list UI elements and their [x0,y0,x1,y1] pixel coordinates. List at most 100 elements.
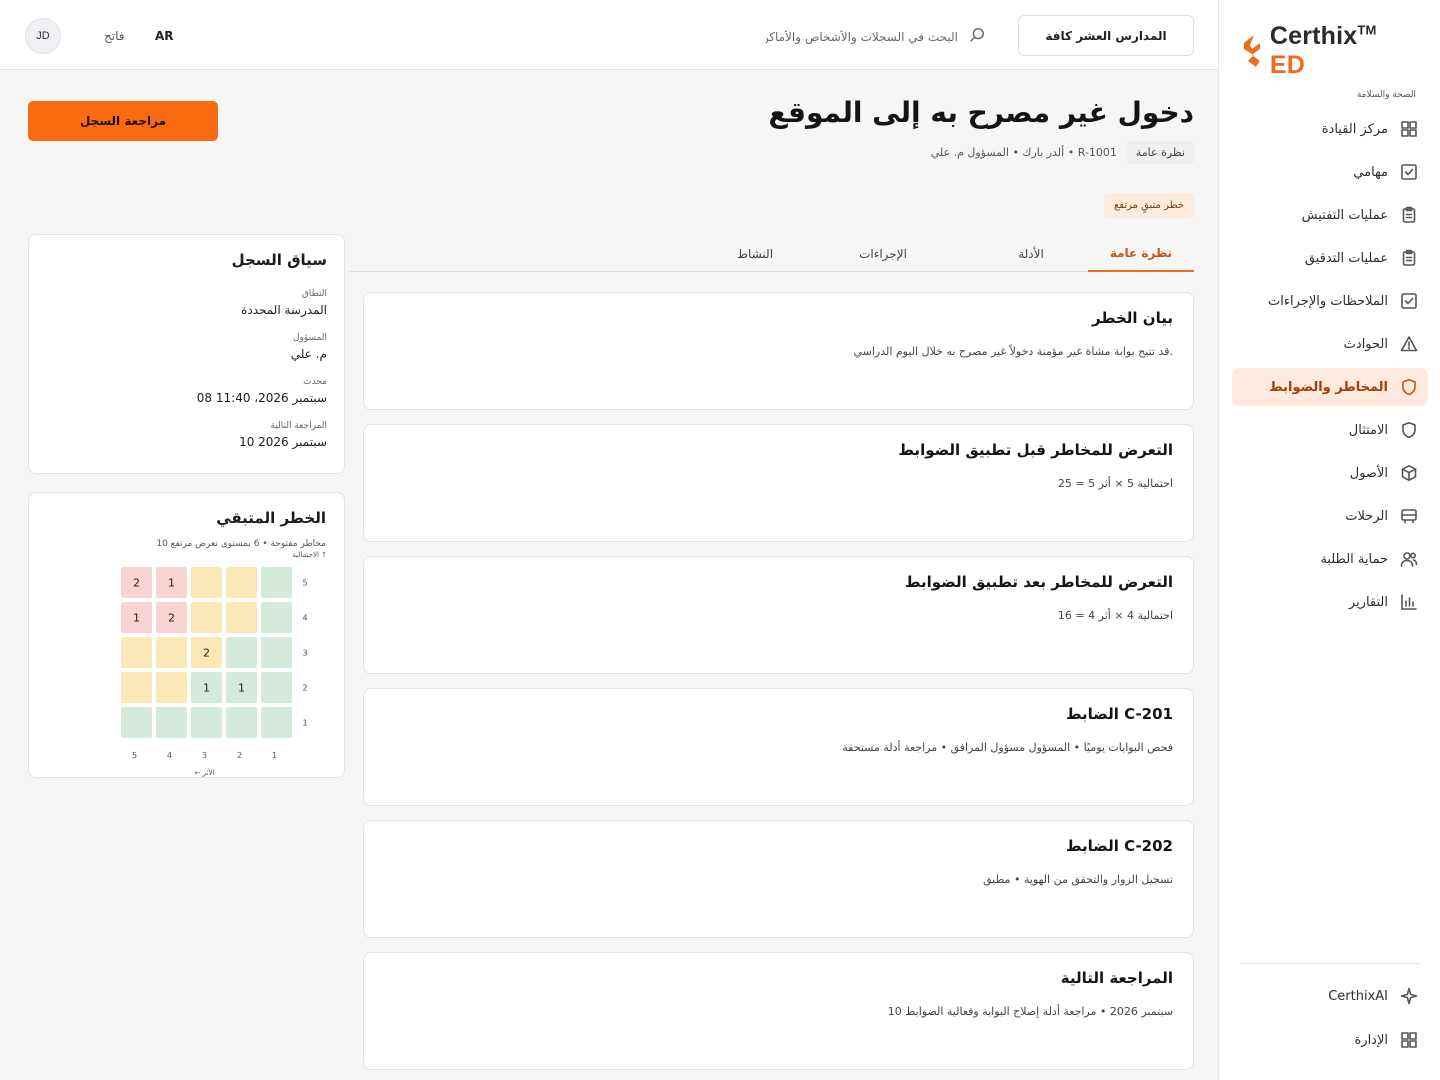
warning-icon [1400,335,1418,353]
heatmap-cell-count: 2 [168,612,175,625]
heatmap-cell[interactable] [226,567,257,598]
theme-toggle[interactable]: فاتح [104,29,124,43]
search-icon[interactable] [968,26,986,48]
control-c201-card: الضابط C-201 فحص البوابات يوميًا • المسؤ… [363,688,1194,806]
search-input[interactable] [766,30,958,44]
card-body: تسجيل الزوار والتحقق من الهوية • مطبق [983,873,1173,886]
heatmap-cell[interactable] [261,567,292,598]
avatar[interactable]: JD [25,18,61,54]
tab-overview[interactable]: نظرة عامة [1088,236,1194,272]
heatmap-cell-count: 2 [133,577,140,590]
card-body: 10 سبتمبر 2026 • مراجعة أدلة إصلاح البوا… [887,1005,1173,1018]
heatmap-cell[interactable] [121,672,152,703]
heatmap-cell-count: 1 [133,612,140,625]
brand-logo-row[interactable]: CerthixTM ED [1238,22,1418,80]
sidebar-item[interactable]: التقارير [1232,583,1428,621]
sidebar-item-label: الامتثال [1348,422,1388,438]
heatmap-cell[interactable] [191,707,222,738]
heatmap-cell[interactable] [261,602,292,633]
school-selector-button[interactable]: المدارس العشر كافة [1018,15,1194,56]
language-toggle[interactable]: AR [155,29,174,43]
card-body: قد تتيح بوابة مشاة غير مؤمنة دخولاً غير … [853,345,1173,358]
card-title: بيان الخطر [1092,309,1173,327]
heatmap-cell[interactable] [261,637,292,668]
sidebar-item[interactable]: عمليات التفتيش [1232,196,1428,234]
scope-label: النطاق [301,289,327,299]
sidebar-item[interactable]: الرحلات [1232,497,1428,535]
sidebar-item[interactable]: حماية الطلبة [1232,540,1428,578]
y-tick-label: 5 [302,579,307,588]
sidebar-item-label: عمليات التدقيق [1304,250,1388,266]
tab-actions[interactable]: الإجراءات [830,236,936,272]
heatmap-cell[interactable] [156,672,187,703]
sidebar-item[interactable]: الملاحظات والإجراءات [1232,282,1428,320]
y-tick-label: 4 [302,614,307,623]
sidebar-item[interactable]: CerthixAI [1232,977,1428,1015]
x-tick-label: 4 [167,751,172,760]
overview-chip: نظرة عامة [1126,141,1194,164]
sidebar-item[interactable]: الامتثال [1232,411,1428,449]
panel-title: سياق السجل [231,251,327,269]
risk-statement-card: بيان الخطر قد تتيح بوابة مشاة غير مؤمنة … [363,292,1194,410]
sidebar-item-label: الإدارة [1354,1032,1388,1048]
scope-value: المدرسة المحددة [241,303,327,317]
clipboard-icon [1400,249,1418,267]
heatmap-cell[interactable] [261,707,292,738]
sidebar-item[interactable]: الحوادث [1232,325,1428,363]
grid-icon [1400,120,1418,138]
sparkle-icon [1400,987,1418,1005]
heatmap-cell[interactable] [261,672,292,703]
card-title: التعرض للمخاطر قبل تطبيق الضوابط [898,441,1173,459]
residual-risk-panel: 2 1 1 2 2 1 1 5 4 3 2 1 5 4 3 2 1 الأثر ← الخطر المتبقي 1… [28,492,345,778]
sidebar-item[interactable]: مهامي [1232,153,1428,191]
heatmap-cell-count: 1 [203,682,210,695]
sidebar-item[interactable]: الإدارة [1232,1021,1428,1059]
residual-subtitle: 10 مخاطر مفتوحة • 6 بمستوى تعرض مرتفع [156,539,326,549]
heatmap-cell[interactable] [226,602,257,633]
checkbox-icon [1400,292,1418,310]
updated-label: محدث [303,377,327,387]
next-review-card: المراجعة التالية 10 سبتمبر 2026 • مراجعة… [363,952,1194,1070]
heatmap-cell[interactable] [156,707,187,738]
card-body: فحص البوابات يوميًا • المسؤول مسؤول المر… [842,741,1173,754]
heatmap-cell-count: 1 [238,682,245,695]
sidebar-item[interactable]: عمليات التدقيق [1232,239,1428,277]
x-tick-label: 2 [237,751,242,760]
sidebar-item-label: المخاطر والضوابط [1269,379,1388,395]
sidebar-item[interactable]: الأصول [1232,454,1428,492]
sidebar-item[interactable]: المخاطر والضوابط [1232,368,1428,406]
sidebar-item[interactable]: مركز القيادة [1232,110,1428,148]
sidebar-item-label: الرحلات [1345,508,1388,524]
page-title: دخول غير مصرح به إلى الموقع [768,96,1194,129]
tab-activity[interactable]: النشاط [702,236,808,272]
sidebar-item-label: CerthixAI [1328,988,1388,1004]
review-record-button[interactable]: مراجعة السجل [28,101,218,141]
sidebar-item-label: التقارير [1348,594,1388,610]
updated-value: 08 سبتمبر 2026، 11:40 [196,391,327,405]
x-tick-label: 3 [202,751,207,760]
heatmap-cell[interactable] [191,567,222,598]
risk-heatmap: 2 1 1 2 2 1 1 5 4 3 2 1 5 4 3 2 1 الأثر ← [121,567,308,777]
residual-risk-badge: خطر متبقٍ مرتفع [1103,193,1194,218]
heatmap-cell[interactable] [226,637,257,668]
impact-axis-label: الأثر ← [195,768,215,777]
heatmap-cell[interactable] [121,637,152,668]
card-title: الضابط C-201 [1065,705,1173,723]
tab-evidence[interactable]: الأدلة [978,236,1084,272]
heatmap-cell[interactable] [226,707,257,738]
sidebar-item-label: الحوادث [1343,336,1388,352]
box-icon [1400,464,1418,482]
bar-chart-icon [1400,593,1418,611]
brand-tagline: الصحة والسلامة [1356,90,1416,100]
heatmap-cell[interactable] [156,637,187,668]
card-body: احتمالية 4 × أثر 4 = 16 [1057,609,1173,622]
sidebar-divider [1240,963,1420,964]
grid-icon [1400,1031,1418,1049]
heatmap-cell[interactable] [191,602,222,633]
heatmap-cell-count: 1 [168,577,175,590]
heatmap-cell[interactable] [121,707,152,738]
control-c202-card: الضابط C-202 تسجيل الزوار والتحقق من اله… [363,820,1194,938]
card-title: التعرض للمخاطر بعد تطبيق الضوابط [904,573,1173,591]
card-body: احتمالية 5 × أثر 5 = 25 [1057,477,1173,490]
sidebar-bottom-nav: CerthixAI الإدارة [1232,977,1428,1065]
